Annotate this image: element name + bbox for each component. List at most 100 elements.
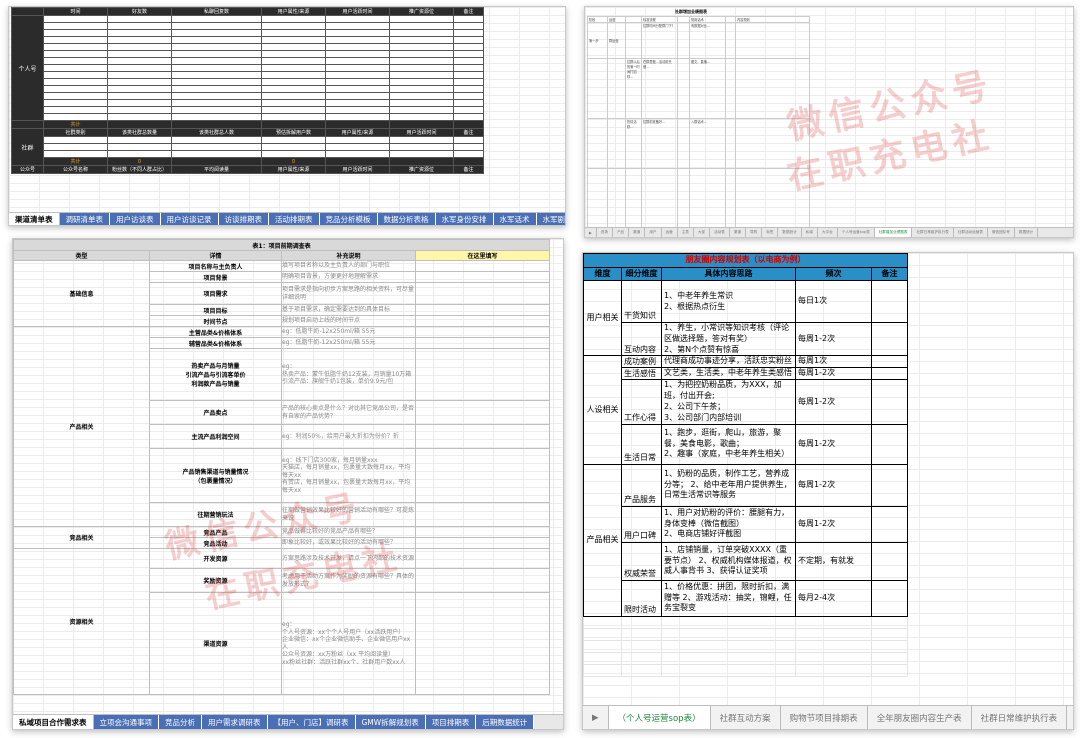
data-cell[interactable] (107, 50, 172, 58)
empty-cell[interactable] (621, 639, 662, 653)
data-cell[interactable] (389, 29, 454, 37)
data-cell[interactable] (107, 85, 172, 93)
data-cell[interactable] (389, 99, 454, 107)
sheet-tab[interactable]: 数据统计 (778, 228, 802, 237)
data-cell[interactable] (389, 106, 454, 114)
sheet-tab[interactable]: 水军话术 (493, 213, 537, 225)
data-cell[interactable] (171, 50, 262, 58)
sheet-tab[interactable]: 渠道清单表 (9, 213, 60, 225)
data-cell[interactable] (261, 22, 326, 30)
data-cell[interactable] (43, 43, 108, 51)
data-cell[interactable] (453, 36, 484, 44)
data-cell[interactable] (389, 113, 454, 121)
data-cell[interactable] (389, 92, 454, 100)
fill-in-cell[interactable] (415, 526, 550, 538)
data-cell[interactable] (453, 113, 484, 121)
empty-cell[interactable] (661, 627, 796, 641)
data-cell[interactable] (325, 29, 390, 37)
sheet-tab[interactable]: GMW拆解规划表 (355, 715, 426, 729)
data-cell[interactable] (107, 99, 172, 107)
data-cell[interactable] (453, 92, 484, 100)
fill-in-cell[interactable] (415, 537, 550, 549)
sheet-tab[interactable]: 活动排期表 (269, 213, 320, 225)
data-cell[interactable] (453, 136, 484, 144)
data-cell[interactable] (43, 136, 108, 144)
data-cell[interactable] (171, 71, 262, 79)
empty-cell[interactable] (871, 639, 908, 653)
data-cell[interactable] (261, 113, 326, 121)
data-cell[interactable] (171, 136, 262, 144)
data-cell[interactable] (261, 106, 326, 114)
sheet-tab[interactable]: 社群增加业绩图表 (874, 228, 913, 237)
data-cell[interactable] (171, 92, 262, 100)
data-cell[interactable] (171, 143, 262, 151)
sheet-tab[interactable]: 导购 (746, 228, 763, 237)
data-cell[interactable] (43, 50, 108, 58)
data-cell[interactable] (43, 36, 108, 44)
data-cell[interactable] (107, 106, 172, 114)
data-cell[interactable] (325, 50, 390, 58)
data-cell[interactable] (389, 85, 454, 93)
sheet-tab[interactable]: 进场 (597, 228, 613, 237)
data-cell[interactable] (389, 143, 454, 151)
empty-cell[interactable] (583, 639, 622, 653)
sheet-tab[interactable]: 调研清单表 (59, 213, 110, 225)
data-cell[interactable] (325, 85, 390, 93)
data-cell[interactable] (453, 29, 484, 37)
data-cell[interactable] (325, 113, 390, 121)
data-cell[interactable] (453, 22, 484, 30)
empty-cell[interactable] (871, 663, 908, 677)
sheet-tab[interactable]: 大平台 (818, 228, 838, 237)
data-cell[interactable] (43, 64, 108, 72)
data-cell[interactable] (453, 150, 484, 158)
empty-cell[interactable] (583, 615, 622, 629)
sheet-tab[interactable]: 数据统计 (1015, 228, 1039, 237)
empty-cell[interactable] (621, 663, 662, 677)
sheet-tab[interactable]: ▶ (585, 228, 597, 237)
sheet-tab[interactable]: 渠道 (730, 228, 747, 237)
data-cell[interactable] (261, 85, 326, 93)
data-cell[interactable] (389, 15, 454, 23)
data-cell[interactable] (325, 99, 390, 107)
data-cell[interactable] (107, 136, 172, 144)
fill-in-cell[interactable] (415, 326, 550, 338)
sheet-tab[interactable]: 项目排期表 (425, 715, 477, 729)
data-cell[interactable] (43, 22, 108, 30)
data-cell[interactable] (43, 92, 108, 100)
data-cell[interactable] (107, 92, 172, 100)
sheet-tab[interactable]: 社群活动运营表 (954, 228, 988, 237)
sheet-tab[interactable]: 微信团队号 (988, 228, 1015, 237)
data-cell[interactable] (107, 71, 172, 79)
data-cell[interactable] (325, 136, 390, 144)
data-cell[interactable] (171, 99, 262, 107)
empty-cell[interactable] (621, 615, 662, 629)
data-cell[interactable] (261, 64, 326, 72)
data-cell[interactable] (171, 29, 262, 37)
data-cell[interactable] (43, 78, 108, 86)
empty-cell[interactable] (795, 651, 872, 665)
remark-cell[interactable] (871, 280, 908, 323)
data-cell[interactable] (389, 64, 454, 72)
empty-cell[interactable] (583, 651, 622, 665)
data-cell[interactable] (325, 143, 390, 151)
data-cell[interactable] (453, 43, 484, 51)
sheet-tab[interactable]: 社群日常维护执行表 (912, 228, 954, 237)
sheet-tab[interactable]: 立项会沟通事项 (93, 715, 159, 729)
data-cell[interactable] (107, 150, 172, 158)
data-cell[interactable] (389, 136, 454, 144)
data-cell[interactable] (325, 78, 390, 86)
data-cell[interactable] (43, 57, 108, 65)
data-cell[interactable] (453, 71, 484, 79)
data-cell[interactable] (453, 50, 484, 58)
empty-cell[interactable] (871, 615, 908, 629)
empty-cell[interactable] (621, 627, 662, 641)
data-cell[interactable] (171, 22, 262, 30)
play-icon[interactable]: ▶ (583, 706, 609, 729)
data-cell[interactable] (389, 71, 454, 79)
sheet-tab[interactable]: 标签 (762, 228, 779, 237)
data-cell[interactable] (261, 92, 326, 100)
data-cell[interactable] (389, 78, 454, 86)
data-cell[interactable] (107, 143, 172, 151)
data-cell[interactable] (325, 106, 390, 114)
sheet-tab[interactable]: 社群互动方案 (711, 706, 781, 729)
